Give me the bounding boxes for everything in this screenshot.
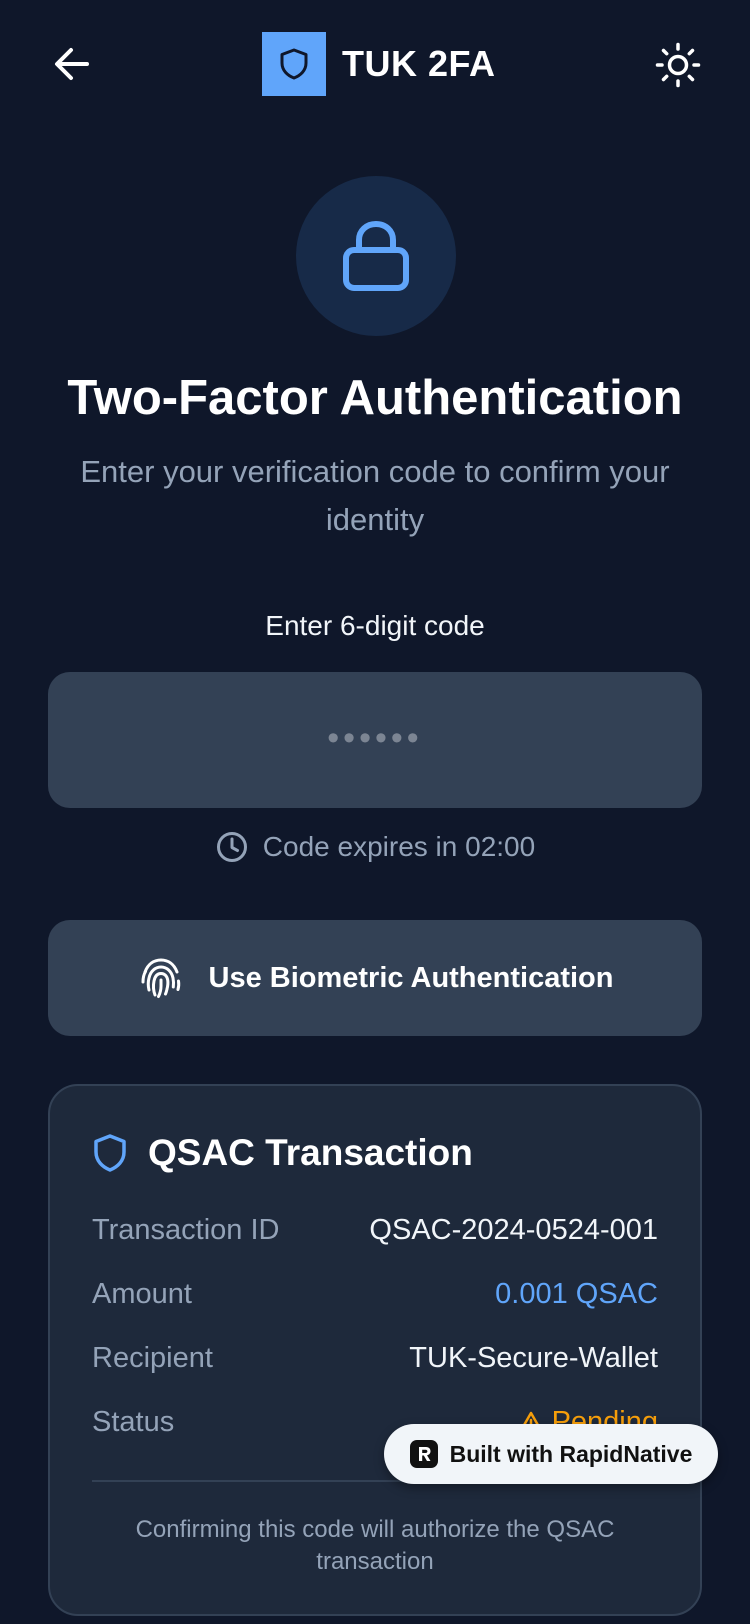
sun-icon <box>655 42 701 88</box>
back-button[interactable] <box>50 44 94 84</box>
arrow-left-icon <box>55 48 89 80</box>
lock-badge <box>296 176 456 336</box>
expiry-text: Code expires in 02:00 <box>262 831 536 862</box>
row-value: 0.001 QSAC <box>495 1278 658 1310</box>
lock-icon <box>343 220 409 291</box>
row-value: QSAC-2024-0524-001 <box>369 1214 658 1246</box>
row-label: Transaction ID <box>92 1214 280 1246</box>
transaction-card: QSAC Transaction Transaction ID QSAC-202… <box>48 1084 702 1616</box>
page-subtitle: Enter your verification code to confirm … <box>80 454 670 537</box>
two-factor-screen: TUK 2FA Two-Factor Authentication Enter … <box>0 0 750 1624</box>
app-header: TUK 2FA <box>0 32 750 96</box>
row-label: Recipient <box>92 1342 213 1374</box>
transaction-title: QSAC Transaction <box>148 1132 473 1173</box>
clock-icon <box>215 830 249 864</box>
transaction-card-header: QSAC Transaction <box>92 1132 473 1174</box>
app-title: TUK 2FA <box>342 43 496 84</box>
transaction-row-id: Transaction ID QSAC-2024-0524-001 <box>92 1214 658 1247</box>
row-value: TUK-Secure-Wallet <box>409 1342 658 1374</box>
page-title: Two-Factor Authentication <box>67 371 683 425</box>
code-input-label: Enter 6-digit code <box>265 610 485 641</box>
theme-toggle-button[interactable] <box>654 41 702 89</box>
fingerprint-icon <box>137 954 185 1002</box>
verification-code-input[interactable] <box>48 672 702 808</box>
row-label: Amount <box>92 1278 192 1310</box>
brand: TUK 2FA <box>262 32 496 96</box>
row-label: Status <box>92 1406 175 1438</box>
authorization-note: Confirming this code will authorize the … <box>135 1516 615 1575</box>
rapidnative-logo-icon <box>409 1440 438 1468</box>
shield-icon <box>92 1133 128 1173</box>
brand-logo <box>262 32 326 96</box>
shield-icon <box>280 48 308 80</box>
built-with-badge[interactable]: Built with RapidNative <box>384 1424 718 1484</box>
biometric-auth-button[interactable]: Use Biometric Authentication <box>48 920 702 1036</box>
code-expiry: Code expires in 02:00 <box>0 830 750 864</box>
biometric-auth-label: Use Biometric Authentication <box>208 961 614 994</box>
built-with-label: Built with RapidNative <box>449 1440 693 1467</box>
transaction-row-recipient: Recipient TUK-Secure-Wallet <box>92 1342 658 1375</box>
transaction-row-amount: Amount 0.001 QSAC <box>92 1278 658 1311</box>
